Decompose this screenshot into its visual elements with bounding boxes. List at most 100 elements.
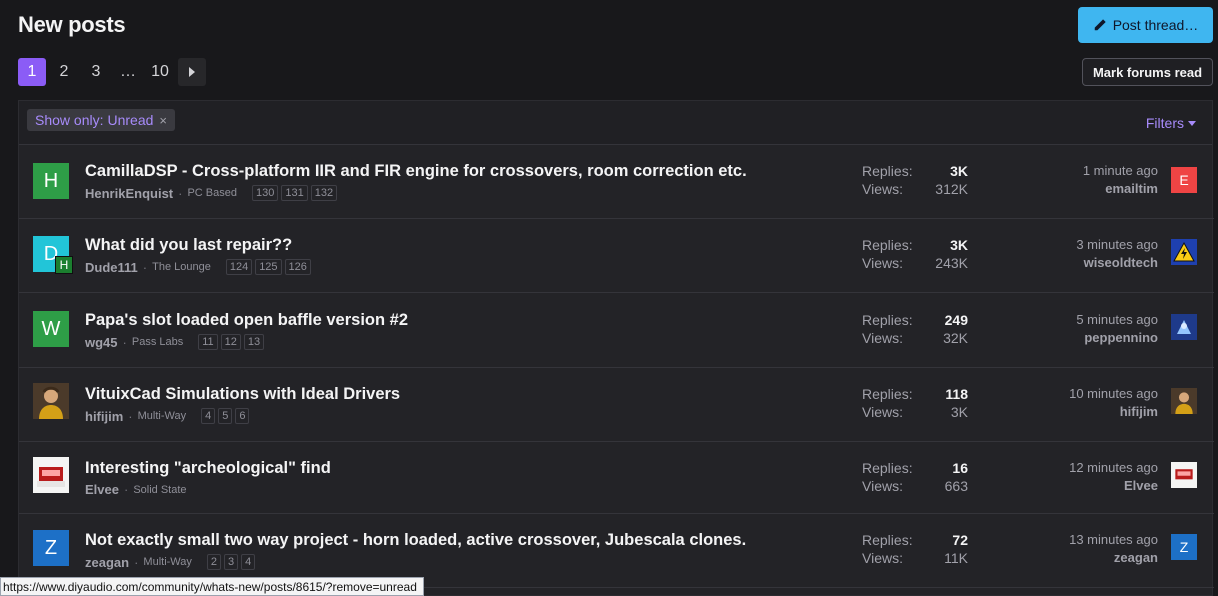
page-jump[interactable]: 12	[220, 334, 241, 350]
last-post-user[interactable]: zeagan	[1069, 549, 1158, 567]
page-jump[interactable]: 3	[224, 554, 239, 570]
thread-forum[interactable]: Multi-Way	[138, 410, 186, 422]
avatar[interactable]: H	[33, 163, 69, 199]
replies-count: 118	[945, 386, 968, 402]
page-link-3[interactable]: 3	[82, 58, 110, 86]
last-post-time[interactable]: 13 minutes ago	[1069, 531, 1158, 549]
page-jump[interactable]: 125	[255, 259, 282, 275]
thread-row[interactable]: H CamillaDSP - Cross-platform IIR and FI…	[19, 145, 1214, 219]
views-label: Views:	[862, 181, 903, 197]
thread-title[interactable]: Papa's slot loaded open baffle version #…	[85, 311, 408, 330]
thread-author[interactable]: hifijim	[85, 409, 123, 424]
last-post-time[interactable]: 1 minute ago	[1083, 162, 1158, 180]
page-jump[interactable]: 2	[206, 554, 222, 570]
last-poster-avatar[interactable]: E	[1171, 167, 1197, 193]
photo-avatar-icon[interactable]	[33, 457, 69, 493]
photo-avatar-icon[interactable]	[1171, 462, 1197, 488]
page-jump[interactable]: 4	[201, 408, 216, 424]
last-post-user[interactable]: peppennino	[1076, 329, 1158, 347]
show-only-value: Unread	[107, 112, 154, 128]
photo-avatar-icon[interactable]	[1171, 314, 1197, 340]
thread-title[interactable]: CamillaDSP - Cross-platform IIR and FIR …	[85, 162, 747, 181]
post-thread-button[interactable]: Post thread…	[1078, 7, 1213, 43]
last-post-time[interactable]: 3 minutes ago	[1076, 236, 1158, 254]
show-only-filter[interactable]: Show only: Unread ×	[27, 109, 175, 131]
photo-avatar-icon[interactable]	[1171, 388, 1197, 414]
thread-author[interactable]: wg45	[85, 335, 118, 350]
separator-dot: ·	[178, 185, 183, 201]
thread-title[interactable]: VituixCad Simulations with Ideal Drivers	[85, 385, 400, 404]
page-jump[interactable]: 124	[225, 259, 253, 275]
last-post-user[interactable]: hifijim	[1069, 403, 1158, 421]
thread-row[interactable]: W Papa's slot loaded open baffle version…	[19, 293, 1214, 368]
views-count: 3K	[950, 404, 968, 420]
thread-meta: HenrikEnquist · PC Based 130 131 132	[85, 185, 338, 201]
page-jump[interactable]: 6	[235, 408, 250, 424]
page-link-1[interactable]: 1	[18, 58, 46, 86]
post-thread-label: Post thread…	[1112, 17, 1199, 33]
thread-row[interactable]: Interesting "archeological" find Elvee ·…	[19, 442, 1214, 514]
replies-label: Replies:	[862, 386, 913, 402]
views-count: 32K	[943, 330, 968, 346]
latest-post: 13 minutes ago zeagan	[1069, 531, 1158, 567]
last-post-time[interactable]: 12 minutes ago	[1069, 459, 1158, 477]
thread-forum[interactable]: Multi-Way	[143, 556, 191, 568]
thread-author[interactable]: Elvee	[85, 482, 119, 497]
avatar[interactable]: W	[33, 311, 69, 347]
last-post-time[interactable]: 5 minutes ago	[1076, 311, 1158, 329]
thread-stats: Replies: 118 Views: 3K	[862, 385, 968, 421]
page-ellipsis[interactable]: …	[114, 58, 142, 86]
page-jump[interactable]: 11	[198, 334, 218, 350]
mark-forums-read-button[interactable]: Mark forums read	[1082, 58, 1213, 86]
thread-page-links: 2 3 4	[206, 554, 256, 570]
thread-row[interactable]: D H What did you last repair?? Dude111 ·…	[19, 219, 1214, 293]
page-jump[interactable]: 4	[241, 554, 256, 570]
views-label: Views:	[862, 255, 903, 271]
page-jump[interactable]: 130	[252, 185, 279, 201]
page-jump[interactable]: 5	[218, 408, 233, 424]
page-link-2[interactable]: 2	[50, 58, 78, 86]
views-label: Views:	[862, 404, 903, 420]
page-title: New posts	[18, 12, 126, 37]
last-post-time[interactable]: 10 minutes ago	[1069, 385, 1158, 403]
replies-count: 3K	[950, 237, 968, 253]
page-jump[interactable]: 13	[243, 334, 265, 350]
replies-label: Replies:	[862, 312, 913, 328]
last-post-user[interactable]: Elvee	[1069, 477, 1158, 495]
avatar-badge: H	[55, 256, 73, 274]
photo-avatar-icon[interactable]	[33, 383, 69, 419]
replies-label: Replies:	[862, 237, 913, 253]
thread-forum[interactable]: Solid State	[133, 484, 186, 496]
avatar[interactable]: Z	[33, 530, 69, 566]
warning-triangle-icon[interactable]	[1171, 239, 1197, 265]
thread-row[interactable]: VituixCad Simulations with Ideal Drivers…	[19, 368, 1214, 442]
last-post-user[interactable]: emailtim	[1083, 180, 1158, 198]
thread-title[interactable]: What did you last repair??	[85, 236, 292, 255]
page-jump[interactable]: 126	[284, 259, 311, 275]
separator-dot: ·	[142, 259, 148, 275]
thread-meta: Elvee · Solid State	[85, 482, 187, 497]
views-label: Views:	[862, 330, 903, 346]
filters-menu-button[interactable]: Filters	[1146, 115, 1196, 131]
replies-count: 16	[952, 460, 968, 476]
close-icon[interactable]: ×	[159, 113, 167, 128]
page-jump[interactable]: 131	[281, 185, 308, 201]
page-link-10[interactable]: 10	[146, 58, 174, 86]
replies-count: 72	[952, 532, 968, 548]
last-post-user[interactable]: wiseoldtech	[1076, 254, 1158, 272]
thread-forum[interactable]: The Lounge	[152, 261, 211, 273]
last-poster-avatar[interactable]: Z	[1171, 534, 1197, 560]
thread-author[interactable]: zeagan	[85, 555, 129, 570]
page-jump[interactable]: 132	[310, 185, 338, 201]
thread-meta: hifijim · Multi-Way 4 5 6	[85, 408, 250, 424]
thread-page-links: 130 131 132	[252, 185, 338, 201]
thread-forum[interactable]: PC Based	[187, 187, 237, 199]
next-page-button[interactable]	[178, 58, 206, 86]
thread-title[interactable]: Interesting "archeological" find	[85, 459, 331, 478]
thread-title[interactable]: Not exactly small two way project - horn…	[85, 531, 746, 550]
thread-author[interactable]: Dude111	[85, 260, 138, 275]
thread-page-links: 4 5 6	[201, 408, 250, 424]
thread-author[interactable]: HenrikEnquist	[85, 186, 173, 201]
thread-page-links: 11 12 13	[198, 334, 265, 350]
thread-forum[interactable]: Pass Labs	[132, 336, 183, 348]
